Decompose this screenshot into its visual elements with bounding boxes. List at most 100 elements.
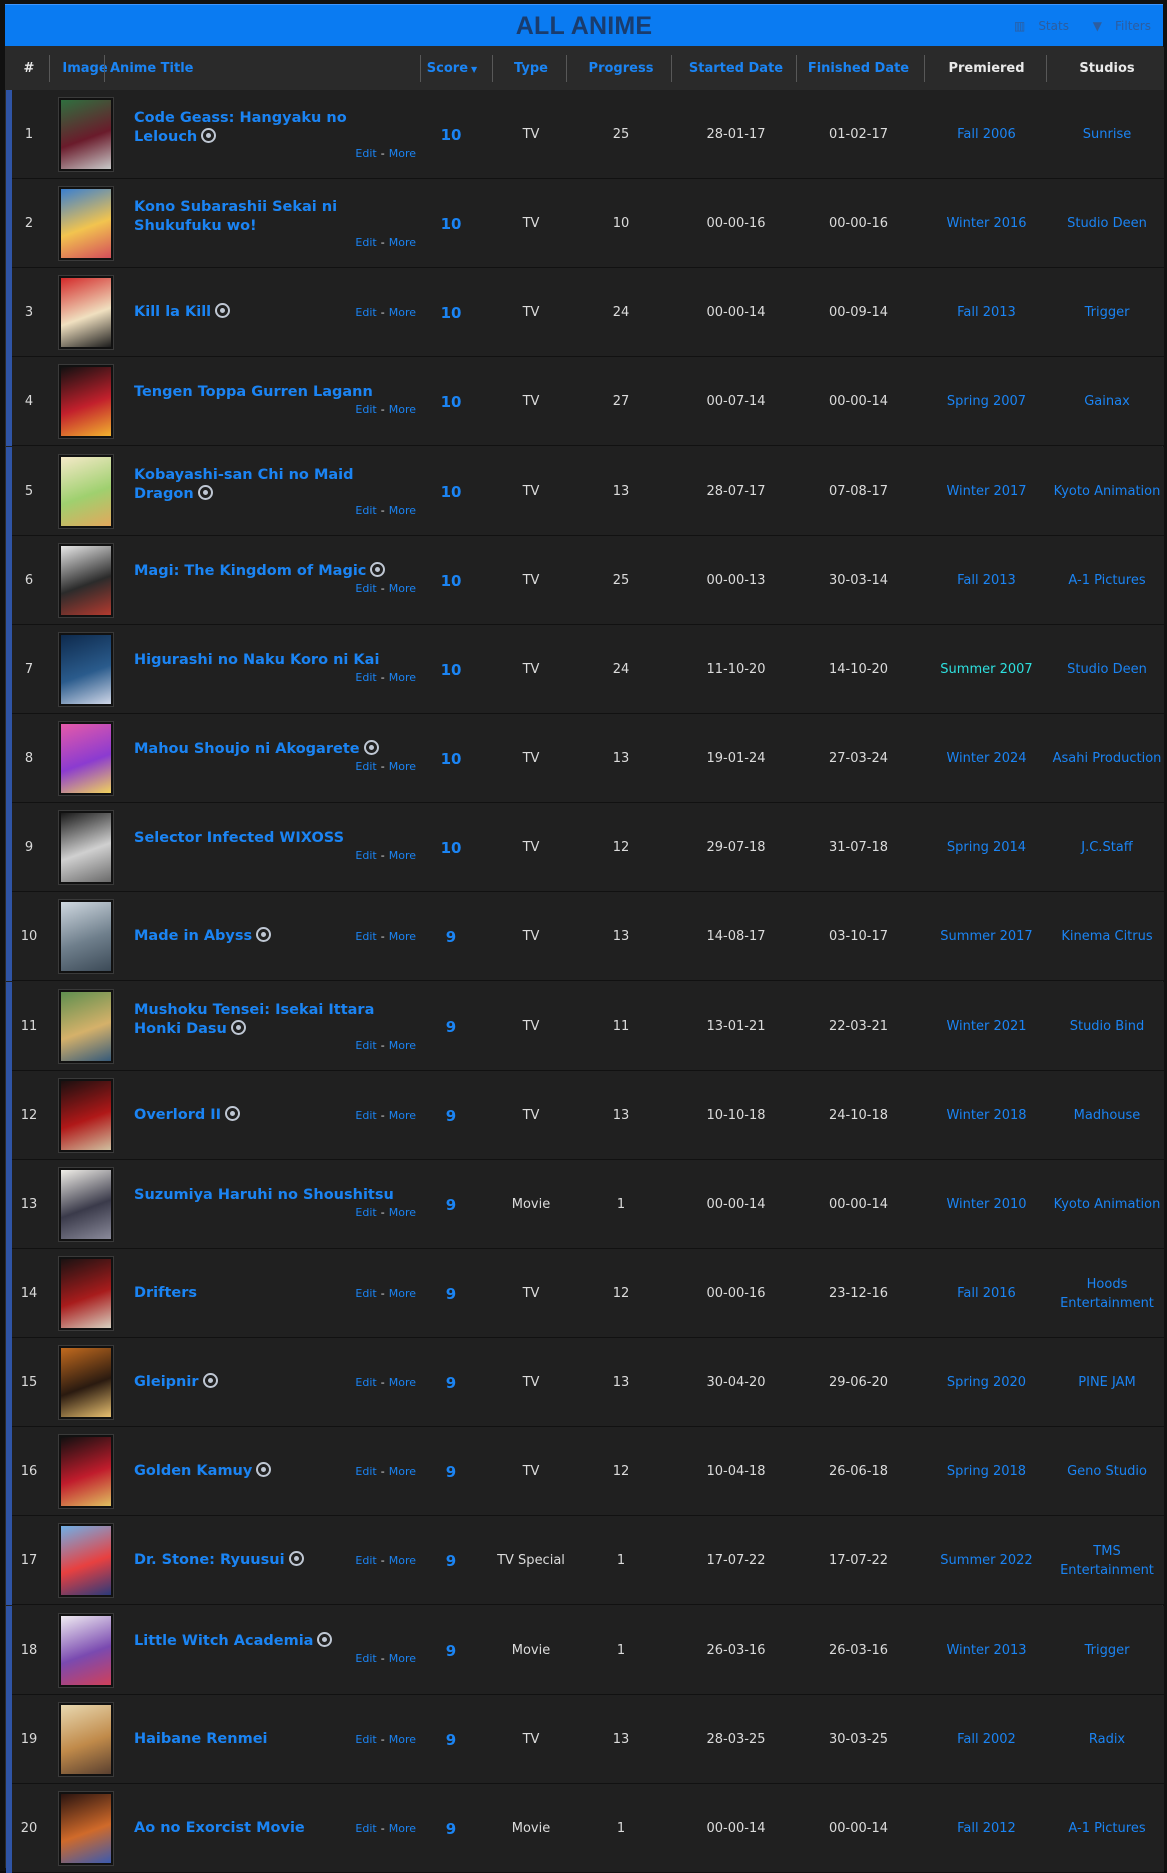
more-link[interactable]: More <box>389 760 416 773</box>
anime-cover-image[interactable] <box>58 1791 114 1866</box>
anime-title-link[interactable]: Kobayashi-san Chi no Maid Dragon <box>134 466 414 504</box>
anime-title-link[interactable]: Little Witch Academia <box>134 1632 414 1651</box>
anime-cover-image[interactable] <box>58 632 114 707</box>
studio-link[interactable]: Gainax <box>1046 357 1167 446</box>
anime-cover-image[interactable] <box>58 543 114 618</box>
more-link[interactable]: More <box>389 671 416 684</box>
studio-link[interactable]: Sunrise <box>1046 90 1167 179</box>
premiered-link[interactable]: Fall 2006 <box>924 90 1049 179</box>
more-link[interactable]: More <box>389 1733 416 1746</box>
edit-link[interactable]: Edit <box>355 1039 376 1052</box>
col-score[interactable]: Score ▼ <box>420 47 484 90</box>
premiered-link[interactable]: Spring 2014 <box>924 803 1049 892</box>
edit-link[interactable]: Edit <box>355 1376 376 1389</box>
more-link[interactable]: More <box>389 930 416 943</box>
anime-cover-image[interactable] <box>58 364 114 439</box>
more-link[interactable]: More <box>389 1109 416 1122</box>
premiered-link[interactable]: Winter 2017 <box>924 447 1049 536</box>
anime-cover-image[interactable] <box>58 899 114 974</box>
edit-link[interactable]: Edit <box>355 1465 376 1478</box>
studio-link[interactable]: Kyoto Animation <box>1046 1160 1167 1249</box>
anime-title-link[interactable]: Overlord II <box>134 1106 309 1125</box>
more-link[interactable]: More <box>389 1287 416 1300</box>
more-link[interactable]: More <box>389 1465 416 1478</box>
edit-link[interactable]: Edit <box>355 849 376 862</box>
anime-title-link[interactable]: Suzumiya Haruhi no Shoushitsu <box>134 1186 414 1205</box>
edit-link[interactable]: Edit <box>355 930 376 943</box>
edit-link[interactable]: Edit <box>355 403 376 416</box>
studio-link[interactable]: Geno Studio <box>1046 1427 1167 1516</box>
more-link[interactable]: More <box>389 1039 416 1052</box>
edit-link[interactable]: Edit <box>355 1733 376 1746</box>
studio-link[interactable]: Asahi Production <box>1046 714 1167 803</box>
anime-title-link[interactable]: Golden Kamuy <box>134 1462 309 1481</box>
score-value[interactable]: 9 <box>418 1427 484 1516</box>
anime-cover-image[interactable] <box>58 1523 114 1598</box>
studio-link[interactable]: Kinema Citrus <box>1046 892 1167 981</box>
anime-cover-image[interactable] <box>58 1345 114 1420</box>
score-value[interactable]: 10 <box>418 625 484 714</box>
edit-link[interactable]: Edit <box>355 147 376 160</box>
anime-cover-image[interactable] <box>58 810 114 885</box>
edit-link[interactable]: Edit <box>355 1109 376 1122</box>
more-link[interactable]: More <box>389 1822 416 1835</box>
score-value[interactable]: 9 <box>418 982 484 1071</box>
anime-cover-image[interactable] <box>58 454 114 529</box>
studio-link[interactable]: Radix <box>1046 1695 1167 1784</box>
anime-title-link[interactable]: Tengen Toppa Gurren Lagann <box>134 383 414 402</box>
score-value[interactable]: 9 <box>418 1784 484 1873</box>
premiered-link[interactable]: Fall 2012 <box>924 1784 1049 1873</box>
premiered-link[interactable]: Spring 2020 <box>924 1338 1049 1427</box>
premiered-link[interactable]: Winter 2016 <box>924 179 1049 268</box>
more-link[interactable]: More <box>389 1652 416 1665</box>
anime-cover-image[interactable] <box>58 1702 114 1777</box>
anime-title-link[interactable]: Dr. Stone: Ryuusui <box>134 1551 309 1570</box>
more-link[interactable]: More <box>389 147 416 160</box>
anime-title-link[interactable]: Mahou Shoujo ni Akogarete <box>134 740 414 759</box>
score-value[interactable]: 9 <box>418 892 484 981</box>
premiered-link[interactable]: Winter 2018 <box>924 1071 1049 1160</box>
col-finished[interactable]: Finished Date <box>796 47 921 90</box>
score-value[interactable]: 9 <box>418 1071 484 1160</box>
edit-link[interactable]: Edit <box>355 1287 376 1300</box>
anime-cover-image[interactable] <box>58 721 114 796</box>
anime-title-link[interactable]: Magi: The Kingdom of Magic <box>134 562 414 581</box>
studio-link[interactable]: Madhouse <box>1046 1071 1167 1160</box>
score-value[interactable]: 9 <box>418 1516 484 1605</box>
edit-link[interactable]: Edit <box>355 1554 376 1567</box>
anime-title-link[interactable]: Kill la Kill <box>134 303 309 322</box>
score-value[interactable]: 10 <box>418 268 484 357</box>
more-link[interactable]: More <box>389 236 416 249</box>
anime-cover-image[interactable] <box>58 1434 114 1509</box>
anime-cover-image[interactable] <box>58 1078 114 1153</box>
score-value[interactable]: 9 <box>418 1338 484 1427</box>
anime-cover-image[interactable] <box>58 1256 114 1331</box>
more-link[interactable]: More <box>389 403 416 416</box>
score-value[interactable]: 9 <box>418 1695 484 1784</box>
premiered-link[interactable]: Summer 2007 <box>924 625 1049 714</box>
studio-link[interactable]: TMS Entertainment <box>1046 1516 1167 1605</box>
studio-link[interactable]: Studio Deen <box>1046 625 1167 714</box>
premiered-link[interactable]: Fall 2016 <box>924 1249 1049 1338</box>
anime-title-link[interactable]: Gleipnir <box>134 1373 309 1392</box>
col-type[interactable]: Type <box>496 47 566 90</box>
score-value[interactable]: 9 <box>418 1160 484 1249</box>
score-value[interactable]: 10 <box>418 90 484 179</box>
anime-title-link[interactable]: Ao no Exorcist Movie <box>134 1819 309 1838</box>
col-progress[interactable]: Progress <box>571 47 671 90</box>
edit-link[interactable]: Edit <box>355 1652 376 1665</box>
studio-link[interactable]: J.C.Staff <box>1046 803 1167 892</box>
edit-link[interactable]: Edit <box>355 1822 376 1835</box>
anime-title-link[interactable]: Made in Abyss <box>134 927 309 946</box>
more-link[interactable]: More <box>389 1554 416 1567</box>
anime-title-link[interactable]: Kono Subarashii Sekai ni Shukufuku wo! <box>134 198 414 236</box>
score-value[interactable]: 10 <box>418 714 484 803</box>
edit-link[interactable]: Edit <box>355 504 376 517</box>
anime-cover-image[interactable] <box>58 275 114 350</box>
edit-link[interactable]: Edit <box>355 671 376 684</box>
filters-button[interactable]: ▼ Filters <box>1083 19 1151 33</box>
studio-link[interactable]: Hoods Entertainment <box>1046 1249 1167 1338</box>
anime-cover-image[interactable] <box>58 97 114 172</box>
stats-button[interactable]: ▥ Stats <box>1004 19 1069 33</box>
score-value[interactable]: 10 <box>418 179 484 268</box>
